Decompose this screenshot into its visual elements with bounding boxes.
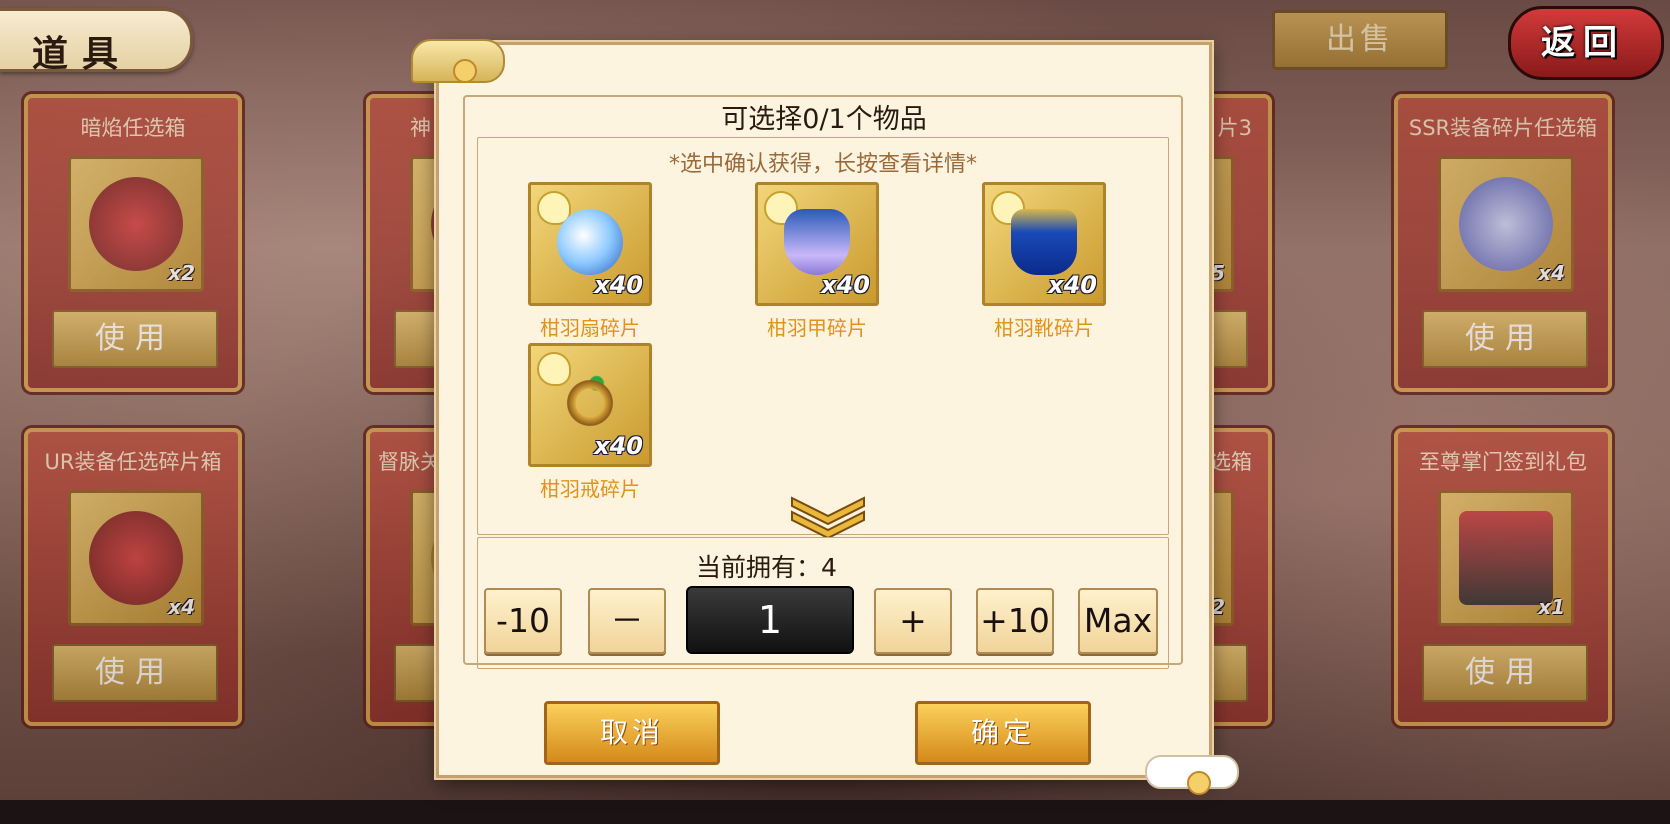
- item-count: x40: [821, 271, 870, 299]
- selectable-item[interactable]: x40 柑羽戒碎片: [528, 343, 652, 502]
- selectable-item[interactable]: x40 柑羽靴碎片: [982, 182, 1106, 341]
- use-button[interactable]: 使用: [52, 644, 218, 702]
- inventory-card[interactable]: 暗焰任选箱 x2 使用: [24, 94, 242, 392]
- minus-10-button[interactable]: -10: [484, 588, 562, 654]
- item-name: 柑羽戒碎片: [540, 477, 640, 501]
- back-button[interactable]: 返回: [1508, 6, 1664, 80]
- boots-fragment-icon: x40: [982, 182, 1106, 306]
- item-icon: x4: [1438, 156, 1574, 292]
- plus-button[interactable]: +: [874, 588, 952, 654]
- minus-button[interactable]: －: [588, 588, 666, 654]
- use-button[interactable]: 使用: [52, 310, 218, 368]
- armor-icon: [784, 209, 850, 275]
- page-title-plate: 道具: [0, 8, 193, 75]
- card-count: x4: [1538, 261, 1565, 285]
- card-count: 2: [1211, 595, 1225, 619]
- page-title: 道具: [32, 33, 133, 75]
- card-name: 至尊掌门签到礼包: [1419, 450, 1587, 474]
- use-button[interactable]: 使用: [1422, 644, 1588, 702]
- item-count: x40: [594, 432, 643, 460]
- cloud-ornament-icon: [1145, 755, 1239, 795]
- card-name: UR装备任选碎片箱: [44, 450, 222, 474]
- item-icon: x2: [68, 156, 204, 292]
- max-button[interactable]: Max: [1078, 588, 1158, 654]
- quantity-input[interactable]: 1: [686, 586, 854, 654]
- plus-10-button[interactable]: +10: [976, 588, 1054, 654]
- boots-icon: [1011, 209, 1077, 275]
- item-name: 柑羽扇碎片: [540, 316, 640, 340]
- ring-fragment-icon: x40: [528, 343, 652, 467]
- dialog-title: 可选择0/1个物品: [721, 104, 927, 135]
- sell-button[interactable]: 出售: [1272, 10, 1448, 70]
- back-label: 返回: [1541, 23, 1625, 63]
- card-name: 暗焰任选箱: [80, 116, 186, 140]
- item-count: x40: [594, 271, 643, 299]
- inventory-card[interactable]: UR装备任选碎片箱 x4 使用: [24, 428, 242, 726]
- scroll-down-chevron-icon[interactable]: [788, 494, 868, 538]
- item-icon: x4: [68, 490, 204, 626]
- inventory-card[interactable]: SSR装备碎片任选箱 x4 使用: [1394, 94, 1612, 392]
- use-button[interactable]: 使用: [1422, 310, 1588, 368]
- card-count: x1: [1538, 595, 1565, 619]
- confirm-button[interactable]: 确定: [915, 701, 1091, 765]
- fan-fragment-icon: x40: [528, 182, 652, 306]
- inventory-card[interactable]: 至尊掌门签到礼包 x1 使用: [1394, 428, 1612, 726]
- selection-hint: *选中确认获得，长按查看详情*: [668, 152, 977, 177]
- card-count: x4: [168, 595, 195, 619]
- owned-count: 当前拥有：4: [696, 553, 837, 582]
- ring-icon: [557, 370, 623, 436]
- selectable-item[interactable]: x40 柑羽扇碎片: [528, 182, 652, 341]
- card-count: 5: [1211, 261, 1225, 285]
- card-name: SSR装备碎片任选箱: [1408, 116, 1598, 140]
- select-item-dialog: 可选择0/1个物品 *选中确认获得，长按查看详情* x40 柑羽扇碎片 x40 …: [411, 39, 1239, 795]
- item-icon: x1: [1438, 490, 1574, 626]
- selectable-item[interactable]: x40 柑羽甲碎片: [755, 182, 879, 341]
- fan-icon: [557, 209, 623, 275]
- item-name: 柑羽甲碎片: [767, 316, 867, 340]
- bottom-bar: [0, 800, 1670, 824]
- armor-fragment-icon: x40: [755, 182, 879, 306]
- cloud-ornament-icon: [411, 39, 505, 83]
- quantity-panel: 当前拥有：4 -10 － 1 + +10 Max: [477, 537, 1169, 669]
- cancel-button[interactable]: 取消: [544, 701, 720, 765]
- card-count: x2: [168, 261, 195, 285]
- item-count: x40: [1048, 271, 1097, 299]
- item-name: 柑羽靴碎片: [994, 316, 1094, 340]
- item-select-area: *选中确认获得，长按查看详情* x40 柑羽扇碎片 x40 柑羽甲碎片 x40: [477, 137, 1169, 538]
